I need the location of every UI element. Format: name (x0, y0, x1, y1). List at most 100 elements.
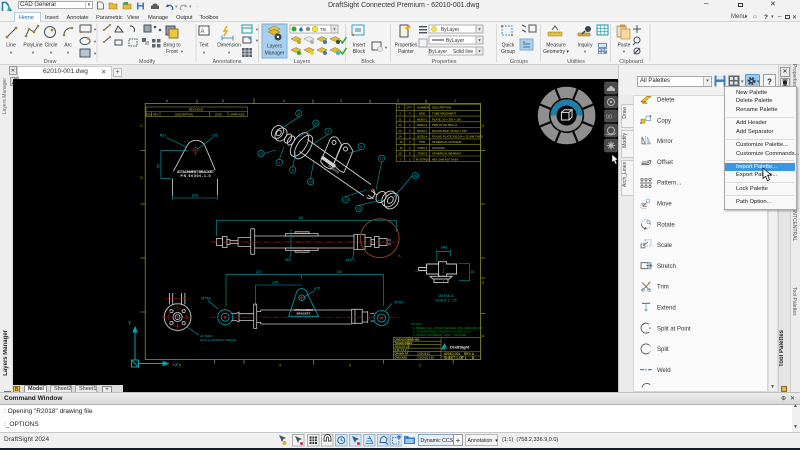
svg-text:REV: REV (153, 112, 159, 116)
svg-text:▼: ▼ (622, 49, 626, 54)
svg-text:60500-2: 60500-2 (417, 123, 428, 127)
svg-text:2 PL ± 0.1: 2 PL ± 0.1 (395, 348, 407, 352)
svg-text:Move: Move (657, 202, 672, 208)
svg-text:Group: Group (501, 49, 515, 55)
svg-text:Trim: Trim (657, 285, 669, 291)
svg-text:NUMBER: NUMBER (417, 106, 429, 110)
svg-text:65: 65 (157, 164, 161, 168)
svg-text:Text: Text (199, 43, 209, 49)
svg-text:1: 1 (278, 161, 280, 165)
svg-text:13: 13 (309, 180, 313, 184)
svg-text:17: 17 (380, 157, 384, 161)
svg-text:⌀40.3: ⌀40.3 (346, 258, 355, 262)
svg-text:▼: ▼ (384, 45, 388, 50)
svg-text:ByLayer: ByLayer (446, 38, 465, 44)
svg-text:SPHERICAL ROD END: SPHERICAL ROD END (432, 140, 461, 144)
svg-text:3: 3 (340, 99, 342, 103)
svg-text:Solid line: Solid line (453, 49, 474, 55)
svg-text:Pattern...: Pattern... (657, 181, 682, 187)
svg-text:3: 3 (345, 198, 347, 202)
svg-text:REVISIONS: REVISIONS (189, 107, 203, 111)
svg-text:6: 6 (360, 145, 362, 149)
svg-text:(34): (34) (192, 194, 198, 198)
svg-text:CHECKED: CHECKED (395, 355, 408, 359)
svg-text:12: 12 (314, 122, 318, 126)
svg-text:QTY: QTY (407, 106, 413, 110)
svg-text:▼: ▼ (478, 38, 482, 43)
svg-text:TB: TB (320, 27, 326, 32)
svg-text:3: 3 (349, 364, 351, 368)
svg-text:Properties: Properties (395, 43, 418, 49)
svg-text:Offset: Offset (657, 160, 673, 166)
svg-text:170: 170 (255, 270, 261, 274)
svg-text:05-10-22: 05-10-22 (420, 352, 431, 356)
svg-text:BRACKET: BRACKET (297, 312, 311, 316)
svg-text:20: 20 (259, 152, 263, 156)
svg-text:APPROVED: APPROVED (230, 112, 245, 116)
svg-text:12: 12 (399, 123, 403, 127)
svg-text:▼: ▼ (255, 27, 259, 32)
svg-text:DIMENSIONS IN MM: DIMENSIONS IN MM (395, 338, 420, 342)
svg-text:▼: ▼ (93, 27, 97, 32)
svg-text:ROUND BAR, 50 DIA × 150: ROUND BAR, 50 DIA × 150 (432, 129, 467, 133)
svg-text:60500-1: 60500-1 (417, 117, 428, 121)
svg-text:▼: ▼ (49, 50, 53, 55)
svg-text:▼: ▼ (333, 27, 337, 32)
svg-text:DESCRIPTION: DESCRIPTION (175, 112, 193, 116)
svg-text:ByLayer: ByLayer (429, 49, 448, 55)
svg-text:5: 5 (179, 364, 181, 368)
svg-text:▾: ▾ (175, 4, 178, 10)
svg-text:Insert: Insert (353, 43, 366, 49)
svg-text:⌀76: ⌀76 (314, 287, 320, 291)
svg-text:ANGLES ± 1°: ANGLES ± 1° (395, 345, 411, 349)
svg-text:6050: 6050 (419, 112, 426, 116)
svg-text:HEX JAM NUT M-80: HEX JAM NUT M-80 (432, 157, 458, 161)
svg-text:Mirror: Mirror (657, 139, 673, 145)
svg-text:Dimension: Dimension (217, 43, 241, 49)
svg-text:Layers: Layers (267, 44, 283, 50)
svg-text:Copy: Copy (657, 118, 671, 124)
svg-text:60250-1: 60250-1 (417, 129, 428, 133)
svg-text:Circle: Circle (45, 43, 58, 49)
svg-text:4: 4 (279, 364, 281, 368)
svg-text:Stretch: Stretch (657, 264, 676, 270)
svg-text:ROUND PLATE 305 DIA × 25 MM TH: ROUND PLATE 305 DIA × 25 MM THICK (432, 135, 483, 139)
svg-text:HOUSING: HOUSING (432, 146, 445, 150)
svg-text:PLATE, 50 × 205 × 150: PLATE, 50 × 205 × 150 (432, 117, 461, 121)
svg-text:5: 5 (222, 99, 224, 103)
svg-text:Split: Split (657, 347, 669, 353)
svg-text:PN 60500-1-0: PN 60500-1-0 (181, 174, 211, 178)
svg-text:R20: R20 (160, 134, 166, 138)
svg-text:⌀R8: ⌀R8 (441, 246, 448, 250)
svg-text:1: 1 (454, 99, 456, 103)
svg-text:663: 663 (285, 258, 291, 262)
svg-text:Paste: Paste (618, 43, 631, 49)
svg-text:·: · (196, 4, 198, 10)
svg-text:11: 11 (399, 117, 402, 121)
svg-text:▼: ▼ (478, 27, 482, 32)
svg-text:A: A (200, 29, 204, 35)
svg-text:Painter: Painter (398, 49, 414, 55)
svg-text:PolyLine: PolyLine (23, 43, 42, 49)
svg-text:DATE: DATE (215, 112, 222, 116)
svg-text:DETAIL A: DETAIL A (439, 294, 455, 298)
svg-text:JT060-1: JT060-1 (417, 146, 428, 150)
svg-text:(36): (36) (272, 281, 278, 285)
svg-text:9: 9 (327, 130, 329, 134)
svg-text:2: 2 (397, 99, 399, 103)
svg-text:Split at Point: Split at Point (657, 326, 691, 332)
svg-text:Scale: Scale (657, 243, 673, 249)
svg-text:M75A: M75A (201, 297, 211, 301)
svg-text:Arc: Arc (64, 43, 72, 49)
svg-text:DraftSight: DraftSight (450, 344, 470, 349)
svg-text:Inquiry: Inquiry (577, 43, 593, 49)
svg-text:3. FINISH MATERIAL: ZINC - PL: 3. FINISH MATERIAL: ZINC - PLATED (413, 333, 467, 337)
svg-text:4: 4 (283, 99, 285, 103)
svg-text:210: 210 (336, 270, 342, 274)
svg-text:Quick: Quick (502, 43, 515, 49)
svg-text:SCALE 1:10: SCALE 1:10 (420, 355, 435, 359)
svg-text:14: 14 (399, 135, 403, 139)
svg-text:11: 11 (297, 112, 301, 116)
svg-text:PIPE 50 OD 500 LG: PIPE 50 OD 500 LG (432, 123, 457, 127)
svg-text:SPHERICAL BEARING: SPHERICAL BEARING (432, 152, 461, 156)
